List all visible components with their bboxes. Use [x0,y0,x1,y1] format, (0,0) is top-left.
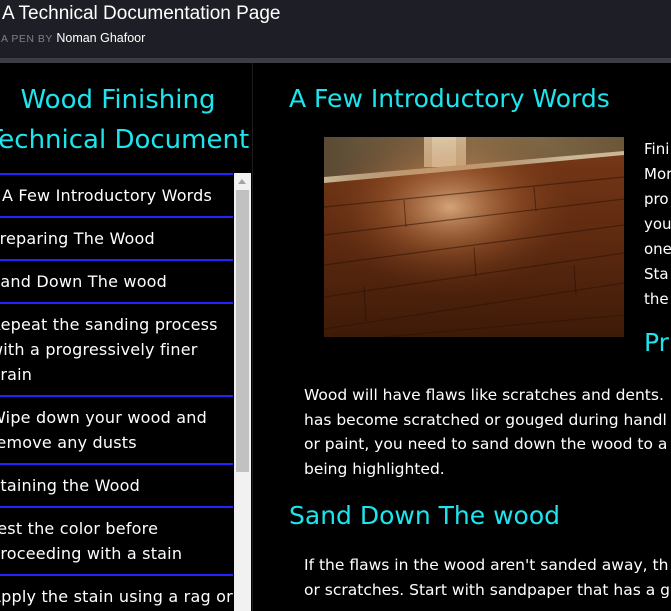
nav-link-test-color[interactable]: Test the color before proceeding with a … [0,508,233,576]
text-line: Sta [644,265,669,283]
text-line: one [644,240,671,258]
sidebar-title: Wood Finishing Technical Document [0,80,252,160]
pen-by-label: A PEN BY [1,33,53,45]
section-heading-introductory: A Few Introductory Words [289,84,610,113]
nav-link-repeat-sanding[interactable]: Repeat the sanding process with a progre… [0,304,233,397]
sidebar-nav: Wood Finishing Technical Document A Few … [0,63,253,611]
text-line: Fini [644,140,670,158]
text-line: you [644,215,671,233]
section-heading-sand-down: Sand Down The wood [289,501,560,530]
scroll-up-arrow-icon[interactable] [238,179,246,184]
text-line: has become scratched or gouged during ha… [304,410,667,429]
text-line: or paint, you need to sand down the wood… [304,435,668,453]
nav-link-apply-stain[interactable]: Apply the stain using a rag or [0,576,233,611]
intro-paragraph-floated: Fini Mor pro you one Sta the [644,137,671,312]
nav-link-label: Staining the Wood [0,476,141,495]
nav-link-label: remove any dusts [0,433,137,452]
nav-link-label: Repeat the sanding process [0,315,218,334]
sand-down-paragraph: If the flaws in the wood aren't sanded a… [304,553,670,602]
nav-link-label: Sand Down The wood [0,272,168,291]
text-line: being highlighted. [304,459,445,478]
pen-header: A Technical Documentation Page A PEN BY … [0,0,671,58]
text-line: Wood will have flaws like scratches and … [304,386,664,404]
nav-link-preparing-wood[interactable]: Preparing The Wood [0,218,233,261]
nav-link-label: Preparing The Wood [0,229,155,248]
nav-link-label: Apply the stain using a rag or [0,587,233,606]
scrollbar-thumb[interactable] [236,190,249,472]
preparing-paragraph: Wood will have flaws like scratches and … [304,383,667,481]
text-line: pro [644,190,669,208]
text-line: If the flaws in the wood aren't sanded a… [304,556,669,574]
text-line: or scratches. Start with sandpaper that … [304,580,670,599]
main-content: A Few Introductory Words Fini Mor pro yo… [254,63,671,611]
nav-list: A Few Introductory Words Preparing The W… [0,173,235,611]
sidebar-title-line: Technical Document [0,125,250,155]
nav-link-label: A Few Introductory Words [2,186,213,205]
author-link[interactable]: Noman Ghafoor [56,31,145,45]
nav-link-label: Test the color before [0,519,159,538]
nav-link-label: grain [0,365,33,384]
wood-floor-photo-icon [324,137,624,337]
text-line: the [644,290,669,308]
pen-title[interactable]: A Technical Documentation Page [2,3,281,25]
nav-scrollbar[interactable] [234,173,251,611]
nav-link-label: proceeding with a stain [0,544,183,563]
sidebar-title-line: Wood Finishing [20,85,216,115]
wood-floor-image [324,137,624,337]
nav-link-staining[interactable]: Staining the Wood [0,465,233,508]
section-heading-preparing: Pr [644,328,669,357]
nav-link-sand-down[interactable]: Sand Down The wood [0,261,233,304]
text-line: Mor [644,165,671,183]
nav-link-label: Wipe down your wood and [0,408,207,427]
nav-link-introductory-words[interactable]: A Few Introductory Words [0,173,233,218]
nav-link-label: with a progressively finer [0,340,198,359]
pen-byline: A PEN BY Noman Ghafoor [1,31,145,45]
nav-link-wipe-down[interactable]: Wipe down your wood and remove any dusts [0,397,233,465]
